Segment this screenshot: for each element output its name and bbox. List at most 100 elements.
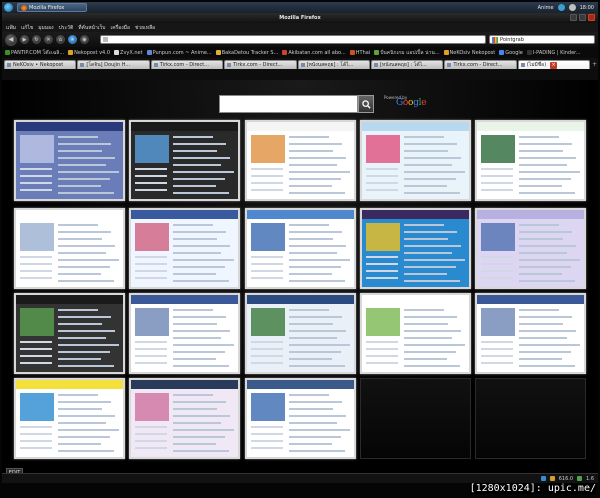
speed-dial-thumb-15[interactable] (475, 293, 586, 374)
bookmark-item[interactable]: HThai (349, 49, 371, 56)
sync-button[interactable]: ◉ (80, 35, 89, 44)
clock: 18:00 (579, 4, 594, 11)
speed-dial-thumb-12[interactable] (129, 293, 240, 374)
menu-edit[interactable]: แก้ไข (21, 24, 33, 32)
bookmark-item[interactable]: I-PADING | Kinder... (526, 49, 581, 56)
speed-dial-empty-slot[interactable] (360, 378, 471, 459)
speed-dial-thumb-1[interactable] (14, 120, 125, 201)
bookmark-item[interactable]: BakaDetou Tracker S... (215, 49, 279, 56)
speed-dial-thumb-7[interactable] (129, 208, 240, 289)
search-bar[interactable]: Pointgrab (489, 35, 595, 44)
firefox-icon (21, 4, 27, 11)
close-tab-icon[interactable]: × (550, 61, 558, 69)
os-logo-icon[interactable] (4, 3, 13, 12)
browser-tab[interactable]: NeKOsiv • Nekopost (4, 60, 77, 69)
menu-help[interactable]: ช่วยเหลือ (135, 24, 155, 32)
addon-icon[interactable] (549, 476, 555, 481)
bookmark-label: I-PADING | Kinder... (532, 49, 581, 56)
tab-favicon-icon (7, 63, 11, 67)
speed-dial-thumb-17[interactable] (129, 378, 240, 459)
minimize-button[interactable] (570, 14, 577, 21)
tab-label: (ไม่มีชื่อ) (526, 62, 547, 68)
speed-dial-thumb-5[interactable] (475, 120, 586, 201)
bookmark-label: HThai (355, 49, 371, 56)
menu-view[interactable]: มุมมอง (38, 24, 53, 32)
back-button[interactable]: ◀ (5, 33, 17, 46)
speed-dial-thumb-18[interactable] (245, 378, 356, 459)
tab-favicon-icon (300, 63, 305, 67)
close-window-button[interactable] (588, 14, 595, 21)
bookmark-item[interactable]: Akibatan.com all abo... (282, 50, 346, 56)
favicon-icon (5, 50, 10, 55)
url-bar[interactable] (100, 35, 486, 44)
speed-dial-search (219, 95, 374, 113)
speed-dial-thumb-10[interactable] (475, 208, 586, 289)
stop-button[interactable]: ✕ (44, 35, 53, 44)
tab-favicon-icon (447, 63, 452, 67)
bookmark-item[interactable]: ปั่นคนิกเกม แอปเปิ้ล น่าน... (374, 49, 440, 57)
tray-user[interactable]: Anime (538, 5, 554, 11)
speed-dial-thumb-8[interactable] (245, 208, 356, 289)
maximize-button[interactable] (579, 14, 586, 21)
menu-file[interactable]: แฟ้ม (6, 24, 16, 32)
speed-dial-thumb-9[interactable] (360, 208, 471, 289)
menu-tools[interactable]: เครื่องมือ (110, 24, 129, 32)
favicon-icon (215, 50, 221, 55)
bookmark-item[interactable]: Nekopost v4.0 (68, 50, 110, 56)
site-identity-icon[interactable] (103, 37, 108, 42)
speed-dial-search-button[interactable] (358, 95, 374, 113)
speed-dial-thumb-16[interactable] (14, 378, 125, 459)
tab-label: NeKOsiv • Nekopost (13, 62, 64, 68)
new-tab-button[interactable]: + (591, 61, 598, 68)
speed-dial-search-input[interactable] (219, 95, 358, 113)
browser-tab[interactable]: Tirkx.com - Direct... (150, 60, 224, 69)
search-bar-value: Pointgrab (500, 36, 524, 43)
bookmark-label: ปั่นคนิกเกม แอปเปิ้ล น่าน... (380, 49, 440, 56)
forward-button[interactable]: ▶ (20, 35, 29, 44)
speed-dial-thumb-11[interactable] (14, 293, 125, 374)
browser-tab[interactable]: Tirkx.com - Direct... (444, 60, 517, 69)
bookmark-item[interactable]: PANTIP.COM โต๊ะเฉลิ... (5, 49, 64, 57)
search-engine-icon[interactable] (492, 36, 498, 43)
browser-tab[interactable]: (ไม่มีชื่อ) × (517, 60, 591, 69)
speed-dial-empty-slot[interactable] (475, 378, 586, 459)
speed-dial-thumb-6[interactable] (14, 208, 125, 289)
reload-button[interactable]: ↻ (32, 35, 41, 44)
network-icon[interactable] (557, 4, 565, 11)
favicon-icon (114, 50, 120, 55)
speed-dial-thumb-14[interactable] (360, 293, 471, 374)
home-button[interactable]: ⌂ (56, 35, 65, 44)
taskbar-firefox-button[interactable]: Mozilla Firefox (17, 3, 87, 12)
tab-label: [หนังนสคฤย] : โด้ไ... (379, 62, 427, 68)
browser-tab[interactable]: [โดจิน] Doujin H... (77, 60, 150, 69)
tab-favicon-icon (80, 63, 85, 67)
speed-dial-thumb-4[interactable] (360, 120, 471, 201)
system-tray: Anime 18:00 (538, 4, 598, 11)
bookmark-item[interactable]: Punpun.com ~ Anime... (146, 50, 212, 56)
volume-icon[interactable] (568, 4, 576, 11)
bookmark-item[interactable]: Google (499, 50, 523, 56)
bookmark-item[interactable]: ZvyX.net (114, 50, 143, 56)
favicon-icon (282, 50, 288, 55)
speed-dial-thumb-3[interactable] (245, 120, 356, 201)
speed-dial-thumb-13[interactable] (245, 293, 356, 374)
favicon-icon (374, 50, 380, 55)
speed-dial-thumb-2[interactable] (129, 120, 240, 201)
upic-watermark: [1280x1024]: upic.me/ (469, 483, 596, 494)
window-controls (570, 14, 595, 21)
download-icon[interactable] (540, 476, 546, 481)
browser-tab[interactable]: [หนังนสคฤย] : โด้ไ... (297, 60, 370, 69)
screen: Mozilla Firefox Anime 18:00 Mozilla Fire… (0, 0, 600, 498)
bookmark-label: BakaDetou Tracker S... (221, 49, 279, 56)
bookmark-star-button[interactable]: ★ (68, 35, 77, 44)
tab-label: [หนังนสคฤย] : โด้ไ... (306, 62, 354, 68)
menu-bookmarks[interactable]: ที่คั่นหน้าเว็บ (78, 24, 105, 32)
browser-tab[interactable]: [หนังนสคฤย] : โด้ไ... (370, 60, 444, 69)
browser-tab[interactable]: Tirkx.com - Direct... (224, 60, 297, 69)
firefox-window: Mozilla Firefox แฟ้ม แก้ไข มุมมอง ประวัต… (2, 13, 598, 483)
google-logo: Google (396, 98, 427, 108)
menu-history[interactable]: ประวัติ (59, 24, 74, 32)
tab-label: [โดจิน] Doujin H... (86, 62, 131, 68)
status-indicator-icon (577, 476, 583, 481)
bookmark-item[interactable]: NeKOsiv Nekopost (443, 50, 495, 56)
